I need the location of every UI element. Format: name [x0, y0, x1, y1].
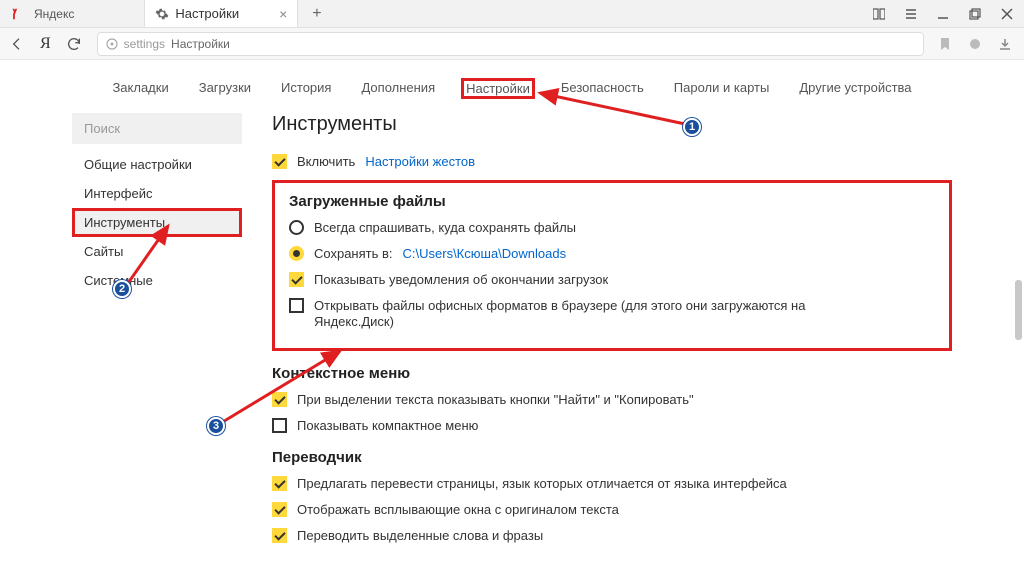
cb-find-copy-label: При выделении текста показывать кнопки "…: [297, 392, 694, 409]
cb-translate-offer-label: Предлагать перевести страницы, язык кото…: [297, 476, 787, 493]
cb-download-notify[interactable]: [289, 272, 304, 287]
new-tab-button[interactable]: +: [306, 5, 327, 23]
sidebar-item-general[interactable]: Общие настройки: [72, 150, 242, 179]
translator-heading: Переводчик: [272, 449, 952, 466]
topnav-bookmarks[interactable]: Закладки: [108, 78, 172, 99]
enable-label: Включить: [297, 154, 355, 171]
sidebar-search[interactable]: Поиск: [72, 113, 242, 144]
globe-icon[interactable]: [968, 37, 982, 51]
radio-ask-label: Всегда спрашивать, куда сохранять файлы: [314, 220, 576, 237]
cb-compact-menu-label: Показывать компактное меню: [297, 418, 478, 435]
topnav-security[interactable]: Безопасность: [557, 78, 648, 99]
settings-topnav: Закладки Загрузки История Дополнения Нас…: [0, 60, 1024, 113]
sidebar-item-sites[interactable]: Сайты: [72, 237, 242, 266]
download-icon[interactable]: [998, 37, 1012, 51]
cb-translate-offer[interactable]: [272, 476, 287, 491]
topnav-history[interactable]: История: [277, 78, 335, 99]
url-prefix: settings: [124, 37, 165, 51]
cb-compact-menu[interactable]: [272, 418, 287, 433]
app-name: Яндекс: [34, 7, 74, 21]
yandex-home-button[interactable]: Я: [40, 35, 51, 53]
minimize-icon[interactable]: [936, 7, 950, 21]
settings-sidebar: Поиск Общие настройки Интерфейс Инструме…: [72, 113, 242, 569]
browser-tab[interactable]: Настройки ×: [144, 0, 298, 27]
downloads-section: Загруженные файлы Всегда спрашивать, куд…: [272, 180, 952, 351]
address-field[interactable]: settings Настройки: [97, 32, 924, 56]
download-path-link[interactable]: C:\Users\Ксюша\Downloads: [403, 246, 567, 261]
url-label: Настройки: [171, 37, 230, 51]
cb-open-office-label: Открывать файлы офисных форматов в брауз…: [314, 298, 814, 332]
menu-icon[interactable]: [904, 7, 918, 21]
yandex-logo-icon: [6, 4, 26, 24]
site-info-icon: [106, 38, 118, 50]
cb-translate-popup-label: Отображать всплывающие окна с оригиналом…: [297, 502, 619, 519]
back-button[interactable]: [8, 35, 26, 53]
panel-icon[interactable]: [872, 7, 886, 21]
radio-save-to[interactable]: [289, 246, 304, 261]
context-menu-heading: Контекстное меню: [272, 365, 952, 382]
bookmark-icon[interactable]: [938, 37, 952, 51]
enable-checkbox[interactable]: [272, 154, 287, 169]
sidebar-item-interface[interactable]: Интерфейс: [72, 179, 242, 208]
cb-find-copy[interactable]: [272, 392, 287, 407]
downloads-heading: Загруженные файлы: [289, 193, 935, 210]
radio-ask-location[interactable]: [289, 220, 304, 235]
sidebar-item-system[interactable]: Системные: [72, 266, 242, 295]
cb-translate-selected-label: Переводить выделенные слова и фразы: [297, 528, 543, 545]
topnav-devices[interactable]: Другие устройства: [795, 78, 915, 99]
page-title: Инструменты: [272, 113, 952, 136]
topnav-passwords[interactable]: Пароли и карты: [670, 78, 774, 99]
titlebar: Яндекс Настройки × +: [0, 0, 1024, 28]
topnav-settings[interactable]: Настройки: [461, 78, 535, 99]
maximize-icon[interactable]: [968, 7, 982, 21]
sidebar-item-tools[interactable]: Инструменты: [72, 208, 242, 237]
gear-icon: [155, 7, 169, 21]
gesture-settings-link[interactable]: Настройки жестов: [365, 154, 475, 169]
cb-translate-selected[interactable]: [272, 528, 287, 543]
radio-save-label: Сохранять в:: [314, 246, 393, 263]
address-bar: Я settings Настройки: [0, 28, 1024, 60]
close-tab-icon[interactable]: ×: [279, 6, 287, 22]
topnav-downloads[interactable]: Загрузки: [195, 78, 255, 99]
cb-open-office[interactable]: [289, 298, 304, 313]
scrollbar-thumb[interactable]: [1015, 280, 1022, 340]
close-window-icon[interactable]: [1000, 7, 1014, 21]
settings-main: Инструменты Включить Настройки жестов За…: [242, 113, 952, 569]
reload-button[interactable]: [65, 35, 83, 53]
tab-title: Настройки: [175, 6, 239, 21]
topnav-addons[interactable]: Дополнения: [357, 78, 439, 99]
cb-download-notify-label: Показывать уведомления об окончании загр…: [314, 272, 608, 289]
cb-translate-popup[interactable]: [272, 502, 287, 517]
